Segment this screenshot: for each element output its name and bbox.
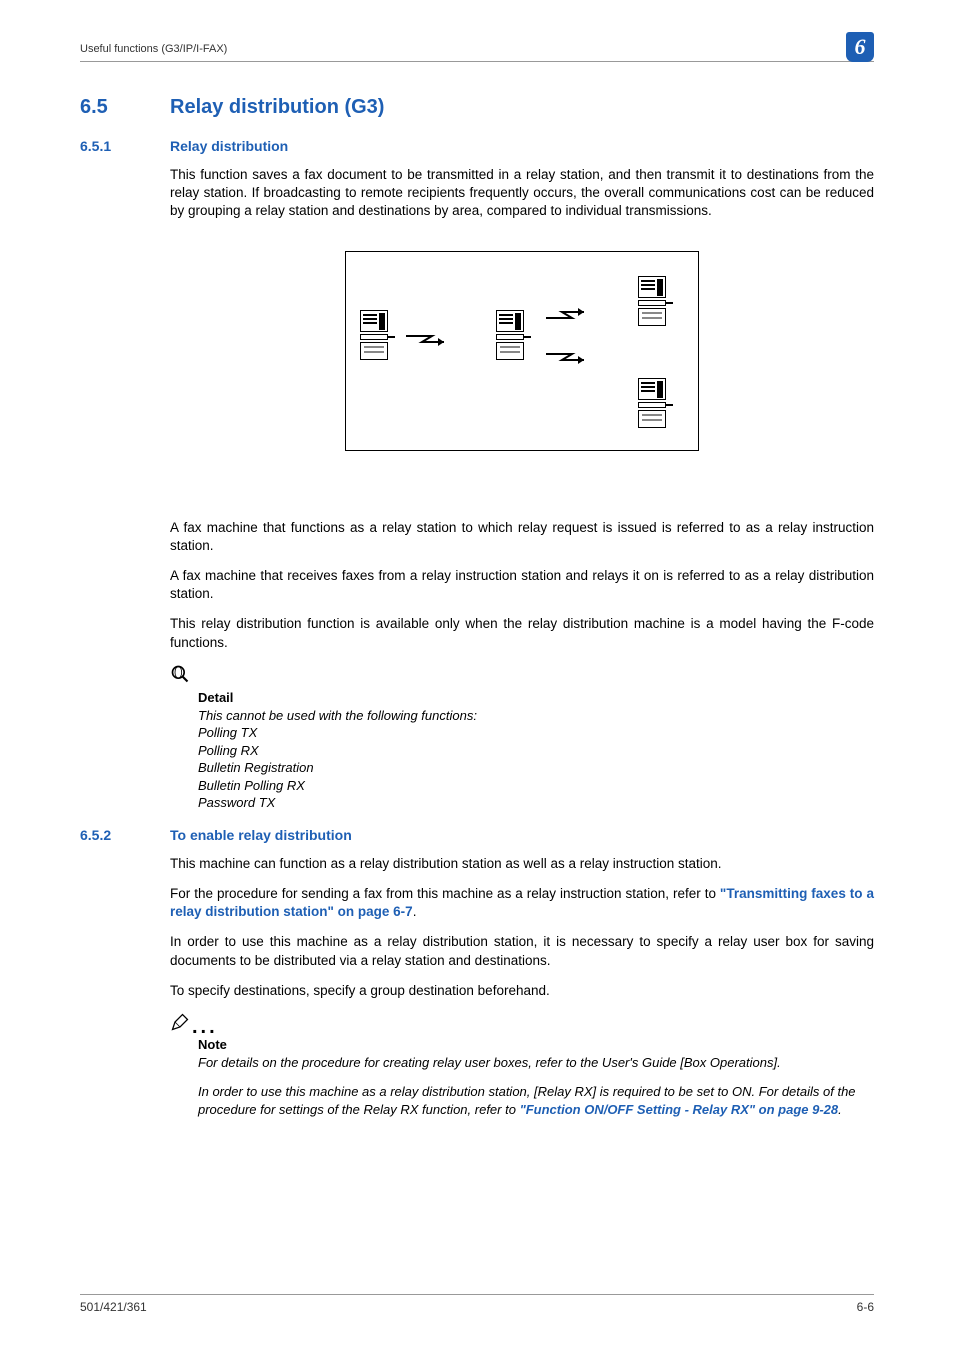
subsection-number: 6.5.2 [80,826,150,845]
body-paragraph: This relay distribution function is avai… [170,615,874,651]
device-icon [638,308,666,326]
detail-body: This cannot be used with the following f… [198,707,874,812]
subsection-heading-6-5-2: 6.5.2 To enable relay distribution [80,826,874,845]
device-icon [638,402,666,408]
subsection-title: To enable relay distribution [170,826,352,845]
section-number: 6.5 [80,94,150,121]
device-icon [360,310,388,332]
body-paragraph: For the procedure for sending a fax from… [170,885,874,921]
device-icon [496,310,524,332]
device-icon [496,334,524,340]
body-paragraph: A fax machine that receives faxes from a… [170,567,874,603]
footer-left: 501/421/361 [80,1299,147,1315]
device-icon [360,334,388,340]
body-paragraph: This machine can function as a relay dis… [170,855,874,873]
page-footer: 501/421/361 6-6 [80,1294,874,1315]
arrow-icon [544,308,592,322]
device-icon [638,378,666,400]
footer-right: 6-6 [857,1299,874,1315]
arrow-icon [404,332,452,346]
section-title: Relay distribution (G3) [170,94,384,121]
breadcrumb: Useful functions (G3/IP/I-FAX) [80,42,227,57]
magnifier-icon [170,664,190,684]
body-paragraph: In order to use this machine as a relay … [170,933,874,969]
device-icon [638,276,666,298]
device-icon [496,342,524,360]
page-header: Useful functions (G3/IP/I-FAX) 6 [80,38,874,62]
body-paragraph: This function saves a fax document to be… [170,166,874,221]
device-icon [638,300,666,306]
device-icon [638,410,666,428]
section-heading-6-5: 6.5 Relay distribution (G3) [80,94,874,121]
cross-reference-link[interactable]: "Function ON/OFF Setting - Relay RX" on … [520,1102,839,1117]
detail-callout: Detail This cannot be used with the foll… [170,664,874,812]
arrow-icon [544,350,592,364]
subsection-title: Relay distribution [170,137,288,156]
note-title: Note [198,1036,874,1054]
note-callout: ... Note For details on the procedure fo… [170,1012,874,1118]
subsection-number: 6.5.1 [80,137,150,156]
body-paragraph: To specify destinations, specify a group… [170,982,874,1000]
note-body: For details on the procedure for creatin… [198,1054,874,1119]
chapter-number-badge: 6 [846,32,874,62]
label-intermediate [476,276,576,289]
device-icon [360,342,388,360]
relay-diagram [345,251,699,451]
detail-title: Detail [198,689,874,707]
subsection-heading-6-5-1: 6.5.1 Relay distribution [80,137,874,156]
ellipsis-icon: ... [192,1022,218,1032]
label-originating [354,276,414,289]
pencil-icon [170,1012,190,1032]
body-paragraph: A fax machine that functions as a relay … [170,519,874,555]
